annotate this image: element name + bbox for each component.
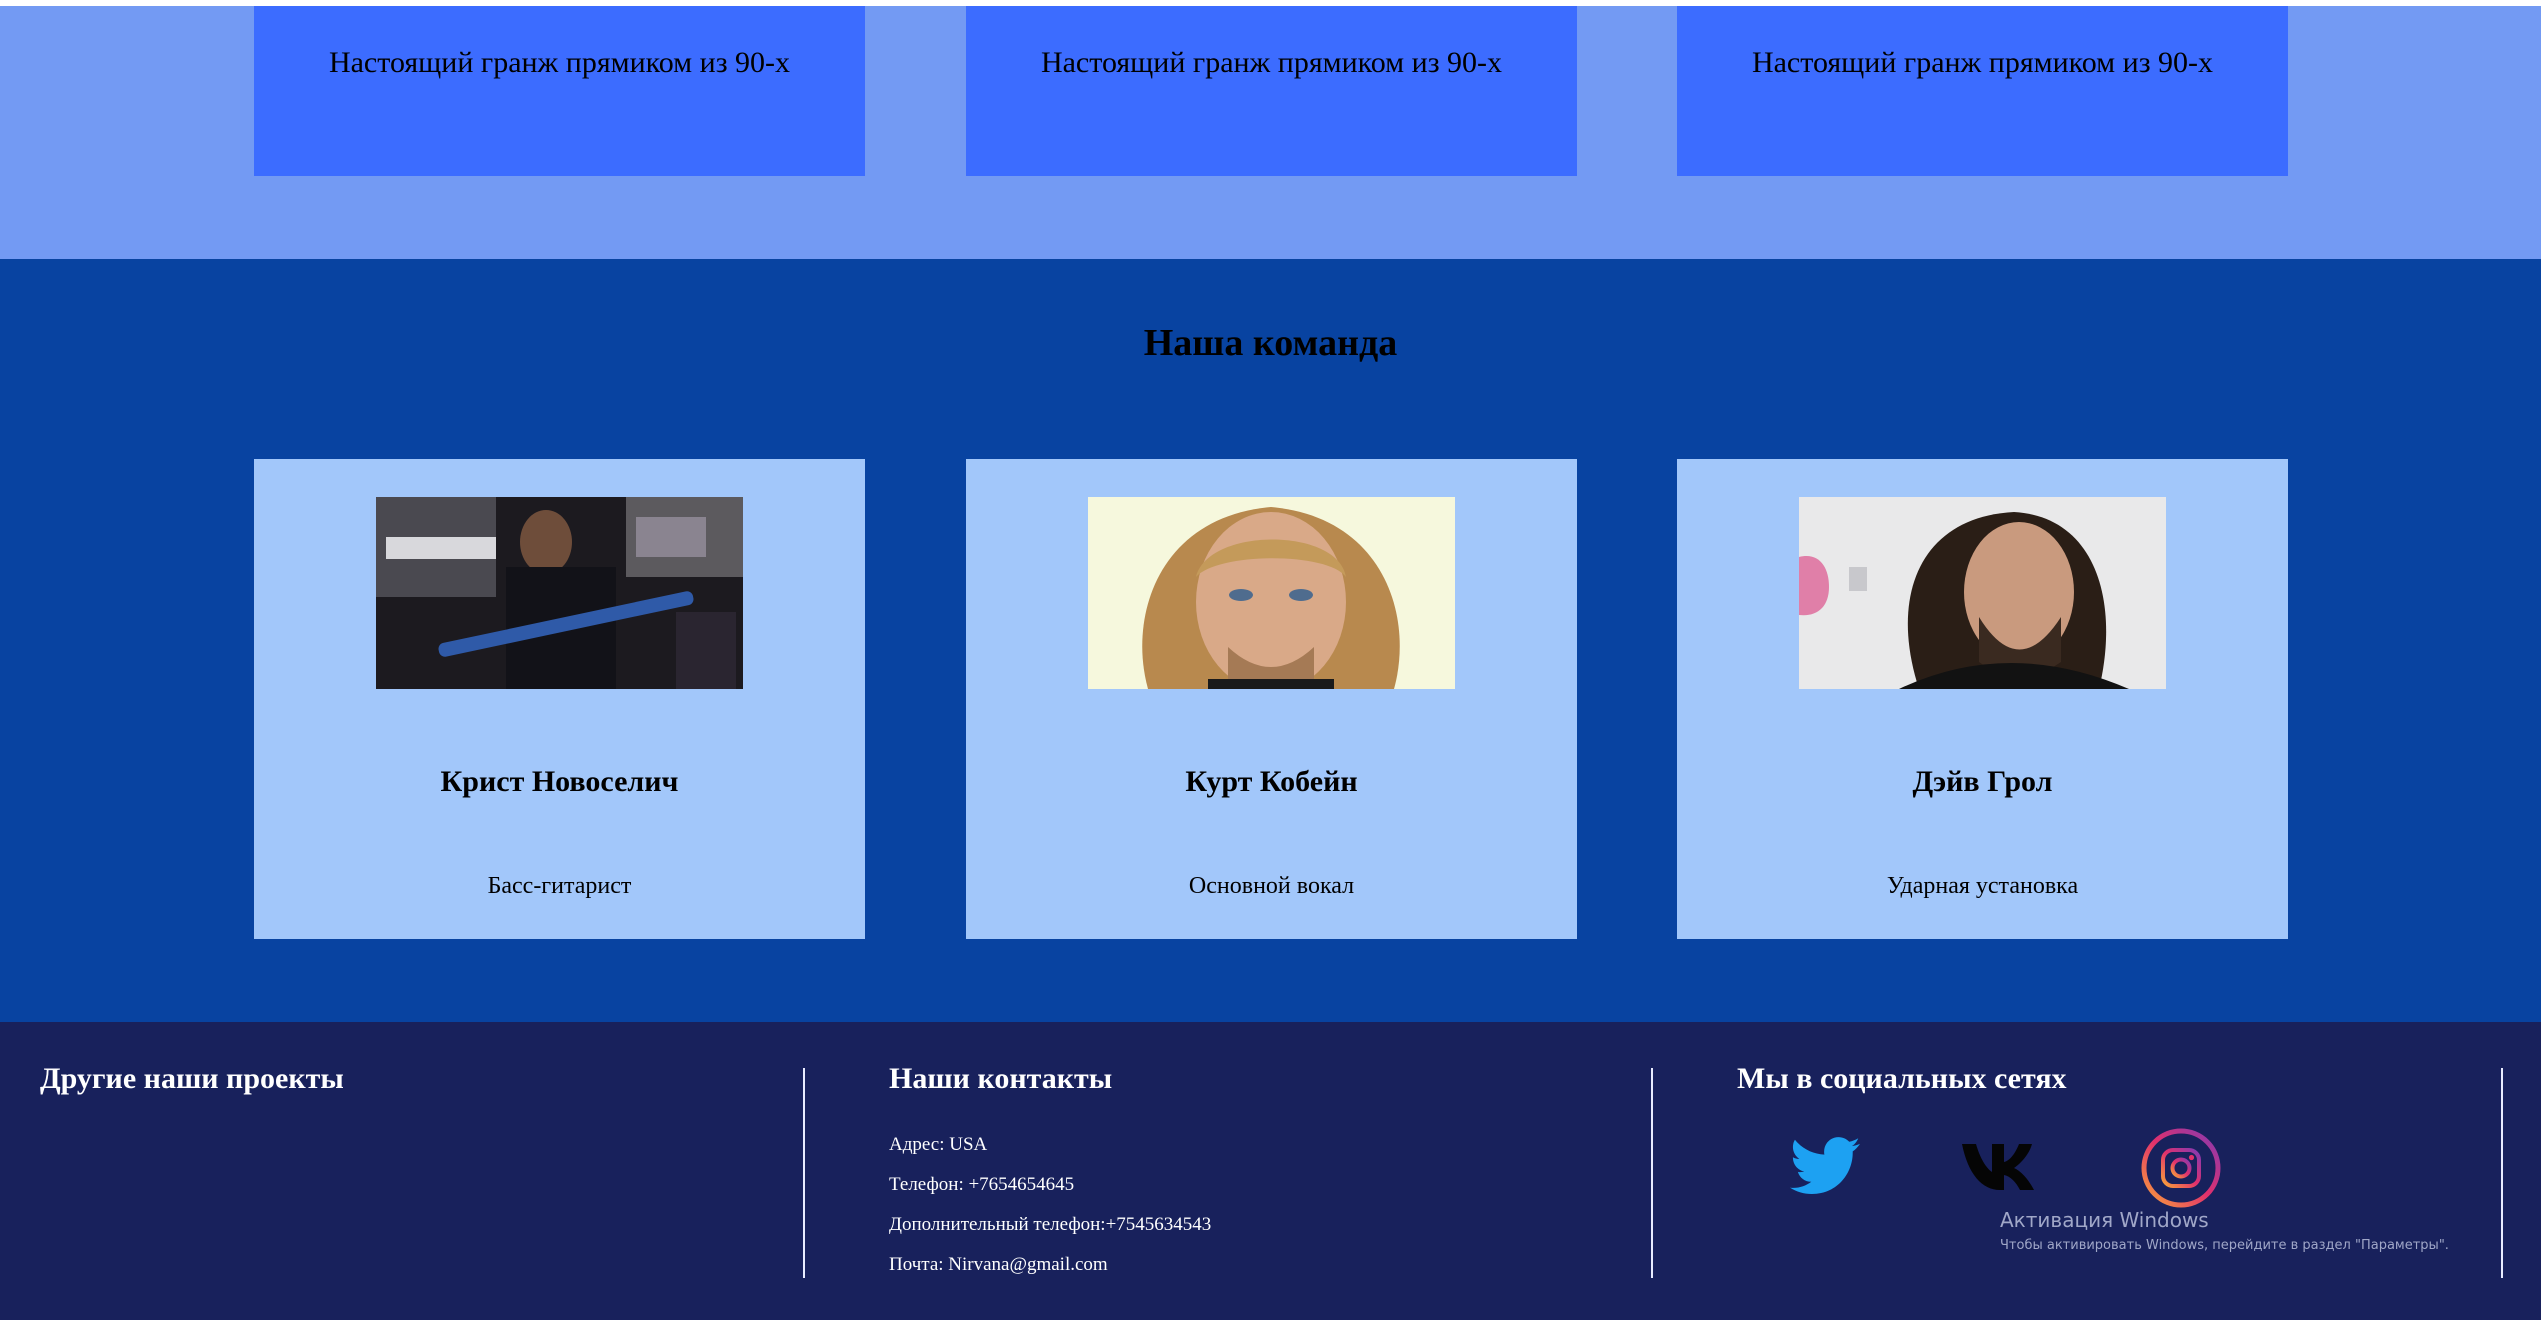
windows-activation-subtitle: Чтобы активировать Windows, перейдите в … bbox=[2000, 1238, 2449, 1253]
member-card-grohl: Дэйв Грол Ударная установка bbox=[1677, 459, 2288, 939]
member-name: Курт Кобейн bbox=[1185, 765, 1358, 798]
member-role: Основной вокал bbox=[1188, 873, 1355, 899]
member-photo-novoselic bbox=[376, 497, 743, 689]
album-caption: Настоящий гранж прямиком из 90-х bbox=[328, 46, 791, 79]
instagram-icon[interactable] bbox=[2141, 1128, 2221, 1208]
footer-divider bbox=[803, 1068, 805, 1278]
member-role: Басс-гитарист bbox=[487, 873, 632, 899]
contact-phone: Телефон: +7654654645 bbox=[889, 1174, 1075, 1195]
windows-activation-title: Активация Windows bbox=[2000, 1208, 2209, 1232]
album-card[interactable]: Настоящий гранж прямиком из 90-х bbox=[254, 6, 865, 176]
footer-divider bbox=[2501, 1068, 2503, 1278]
contacts-heading: Наши контакты bbox=[889, 1062, 1113, 1095]
member-card-novoselic: Крист Новоселич Басс-гитарист bbox=[254, 459, 865, 939]
album-caption: Настоящий гранж прямиком из 90-х bbox=[1040, 46, 1503, 79]
twitter-icon[interactable] bbox=[1790, 1135, 1860, 1197]
album-card[interactable]: Настоящий гранж прямиком из 90-х bbox=[1677, 6, 2288, 176]
member-card-cobain: Курт Кобейн Основной вокал bbox=[966, 459, 1577, 939]
vk-icon[interactable] bbox=[1962, 1142, 2046, 1192]
albums-section: Настоящий гранж прямиком из 90-х Настоящ… bbox=[0, 6, 2541, 259]
member-name: Дэйв Грол bbox=[1912, 765, 2053, 798]
member-name: Крист Новоселич bbox=[440, 765, 679, 798]
member-photo-cobain bbox=[1088, 497, 1455, 689]
team-section: Наша команда Крист Новоселич Басс-гитари… bbox=[0, 259, 2541, 1022]
member-role: Ударная установка bbox=[1886, 873, 2079, 899]
contact-email: Почта: Nirvana@gmail.com bbox=[889, 1254, 1108, 1275]
footer: Другие наши проекты Наши контакты Адрес:… bbox=[0, 1022, 2541, 1320]
member-photo-grohl bbox=[1799, 497, 2166, 689]
contact-address: Адрес: USA bbox=[889, 1134, 988, 1155]
contact-extra-phone: Дополнительный телефон:+7545634543 bbox=[889, 1214, 1212, 1235]
social-heading: Мы в социальных сетях bbox=[1737, 1062, 2067, 1095]
album-caption: Настоящий гранж прямиком из 90-х bbox=[1751, 46, 2214, 79]
album-card[interactable]: Настоящий гранж прямиком из 90-х bbox=[966, 6, 1577, 176]
footer-divider bbox=[1651, 1068, 1653, 1278]
team-title: Наша команда bbox=[1143, 322, 1398, 364]
projects-heading: Другие наши проекты bbox=[40, 1062, 344, 1095]
